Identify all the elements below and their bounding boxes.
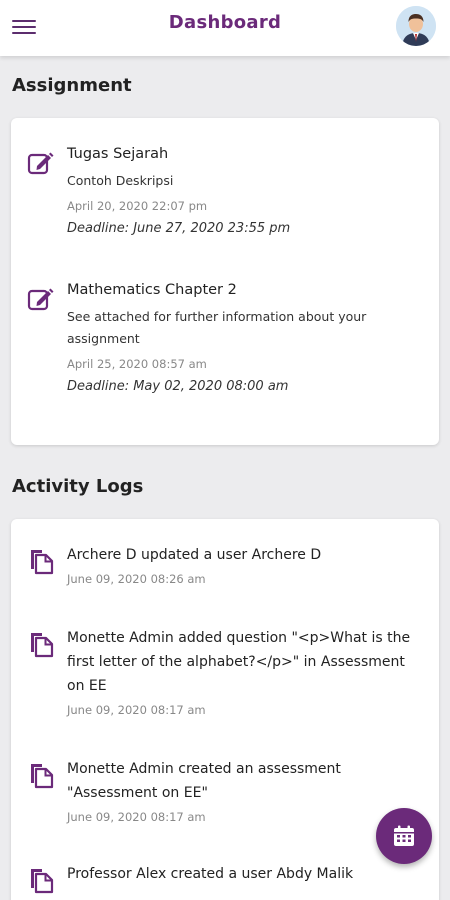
document-icon: [27, 761, 55, 789]
assignment-section-title: Assignment: [12, 75, 132, 96]
calendar-icon: [394, 825, 414, 846]
assignment-deadline: Deadline: June 27, 2020 23:55 pm: [67, 221, 291, 236]
assignment-date: April 25, 2020 08:57 am: [67, 357, 207, 371]
activity-log-text: Archere D updated a user Archere D: [67, 547, 322, 563]
page-title: Dashboard: [168, 12, 282, 33]
avatar[interactable]: [396, 6, 436, 46]
document-icon: [27, 630, 55, 658]
assignment-deadline: Deadline: May 02, 2020 08:00 am: [67, 379, 289, 394]
assignment-description: See attached for further information abo…: [67, 309, 367, 346]
assignment-title: Mathematics Chapter 2: [67, 282, 237, 298]
activity-log-text: Monette Admin added question "<p>What is…: [67, 630, 411, 694]
activity-log-text: Monette Admin created an assessment "Ass…: [67, 761, 341, 801]
activity-log-text: Professor Alex created a user Abdy Malik: [67, 866, 354, 882]
document-icon: [27, 547, 55, 575]
assignment-date: April 20, 2020 22:07 pm: [67, 199, 208, 213]
edit-icon: [27, 149, 55, 177]
activity-logs-section-title: Activity Logs: [12, 476, 144, 497]
edit-icon: [27, 285, 55, 313]
activity-logs-card: Archere D updated a user Archere D June …: [11, 519, 439, 900]
user-avatar-icon: [396, 6, 436, 46]
activity-log-date: June 09, 2020 08:26 am: [67, 572, 206, 586]
assignment-card: Tugas Sejarah Contoh Deskripsi April 20,…: [11, 118, 439, 445]
activity-log-date: June 09, 2020 08:17 am: [67, 703, 206, 717]
assignment-description: Contoh Deskripsi: [67, 173, 174, 188]
document-icon: [27, 866, 55, 894]
calendar-fab-button[interactable]: [376, 808, 432, 864]
assignment-title: Tugas Sejarah: [67, 146, 169, 162]
activity-log-date: June 09, 2020 08:17 am: [67, 810, 206, 824]
app-bar: Dashboard: [0, 0, 450, 56]
